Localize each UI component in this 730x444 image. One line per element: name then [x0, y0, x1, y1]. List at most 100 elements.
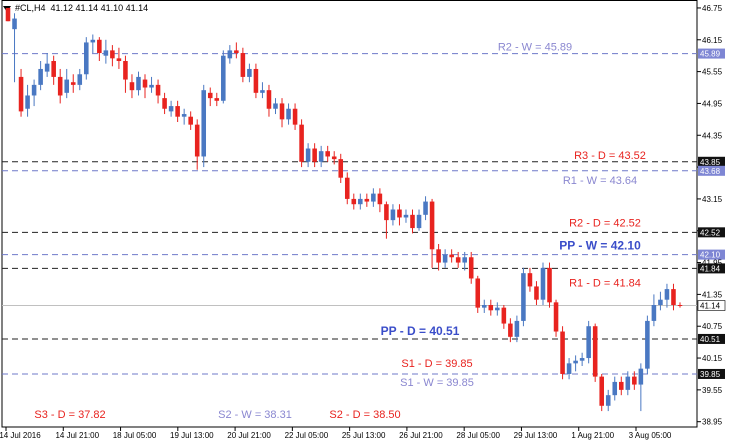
x-tick-label: 1 Aug 21:00 — [571, 431, 614, 440]
level-label-r1w: R1 - W = 43.64 — [563, 175, 637, 187]
level-price-tag-label: 41.84 — [700, 264, 721, 273]
candle-body — [194, 124, 200, 157]
candle-body — [155, 84, 161, 96]
y-tick-label: 43.15 — [702, 195, 723, 204]
candle-body — [534, 286, 539, 300]
candle-body — [351, 198, 357, 205]
y-tick-label: 39.55 — [702, 386, 723, 395]
candle-body — [129, 82, 135, 91]
candle-body — [273, 103, 278, 109]
candle-body — [318, 151, 324, 162]
x-tick-label: 25 Jul 13:00 — [342, 431, 386, 440]
level-label-r2d: R2 - D = 42.52 — [569, 217, 641, 229]
candle-body — [410, 214, 415, 229]
y-tick-label: 46.15 — [702, 36, 723, 45]
candle-body — [508, 323, 513, 337]
x-tick-label: 14 Jul 21:00 — [55, 431, 99, 440]
candle-body — [260, 90, 265, 93]
level-label-s1w: S1 - W = 39.85 — [400, 377, 474, 389]
candle-body — [514, 320, 520, 337]
candle-body — [364, 198, 370, 202]
candle-body — [423, 201, 428, 215]
candle-body — [358, 198, 363, 205]
candle-body — [207, 92, 213, 99]
plot-frame — [1, 0, 698, 428]
candle-body — [188, 116, 193, 125]
candle-body — [5, 7, 11, 22]
candle-body — [592, 326, 598, 377]
candle-body — [77, 74, 83, 85]
candle-body — [605, 395, 611, 406]
candle-body — [429, 201, 435, 250]
candle-body — [573, 360, 578, 364]
y-tick-label: 44.35 — [702, 131, 723, 140]
level-price-tag-label: 45.89 — [700, 50, 721, 59]
candle-body — [521, 273, 526, 321]
y-tick-label: 40.75 — [702, 322, 723, 331]
candle-body — [671, 289, 676, 305]
candle-body — [475, 278, 481, 308]
level-price-tag-label: 42.10 — [700, 251, 721, 260]
candle-body — [201, 90, 207, 157]
candle-body — [468, 257, 474, 279]
level-price-tag-label: 43.85 — [700, 158, 721, 167]
candle-body — [253, 68, 259, 93]
candle-body — [175, 106, 180, 117]
candle-body — [625, 376, 631, 390]
y-tick-label: 40.15 — [702, 354, 723, 363]
level-label-r3d: R3 - D = 43.52 — [574, 150, 646, 162]
candle-body — [181, 114, 187, 117]
candle-body — [18, 76, 24, 112]
y-tick-label: 46.75 — [702, 4, 723, 13]
candle-body — [240, 53, 246, 77]
candle-body — [44, 63, 50, 72]
candle-body — [397, 209, 402, 218]
level-label-s1d: S1 - D = 39.85 — [401, 358, 472, 370]
candle-body — [664, 289, 670, 300]
candle-body — [70, 82, 76, 85]
level-price-tag-label: 42.52 — [700, 228, 721, 237]
level-price-tag-label: 39.85 — [700, 370, 721, 379]
candle-body — [97, 39, 102, 54]
candle-body — [142, 79, 148, 88]
candle-body — [247, 68, 252, 77]
candle-body — [455, 257, 461, 263]
y-tick-label: 38.95 — [702, 418, 723, 427]
level-label-ppw: PP - W = 42.10 — [559, 239, 641, 253]
level-label-ppd: PP - D = 40.51 — [381, 324, 460, 338]
candle-body — [312, 148, 317, 162]
level-label-r1d: R1 - D = 41.84 — [569, 277, 641, 289]
candle-body — [31, 84, 37, 96]
candle-body — [344, 177, 350, 199]
candle-body — [449, 254, 454, 258]
candle-body — [599, 376, 604, 406]
x-tick-label: 3 Aug 05:00 — [629, 431, 672, 440]
bottom-level-label: S3 - D = 37.82 — [34, 409, 105, 421]
candle-body — [305, 148, 311, 162]
candle-body — [149, 84, 154, 88]
candle-body — [442, 254, 448, 263]
candle-body — [371, 193, 376, 202]
candle-body — [25, 95, 30, 109]
y-tick-label: 44.95 — [702, 99, 723, 108]
candle-body — [462, 257, 467, 263]
candle-body — [325, 151, 330, 157]
candle-body — [566, 363, 572, 374]
x-tick-label: 22 Jul 05:00 — [285, 431, 329, 440]
candle-body — [286, 108, 291, 120]
candle-body — [547, 267, 552, 303]
price-chart[interactable]: R2 - W = 45.89 R3 - D = 43.52 R1 - W = 43.… — [0, 0, 730, 444]
bottom-level-label: S2 - D = 38.50 — [329, 409, 400, 421]
y-tick-label: 41.35 — [702, 290, 723, 299]
candle-body — [84, 42, 89, 75]
candle-body — [645, 320, 650, 369]
candle-body — [116, 58, 122, 61]
candle-body — [299, 124, 304, 162]
candle-body — [103, 50, 109, 56]
x-tick-label: 29 Jul 13:00 — [514, 431, 558, 440]
candle-body — [279, 103, 285, 120]
candle-body — [123, 61, 128, 80]
candle-body — [57, 76, 63, 96]
candle-body — [403, 214, 409, 218]
candle-body — [90, 39, 96, 43]
